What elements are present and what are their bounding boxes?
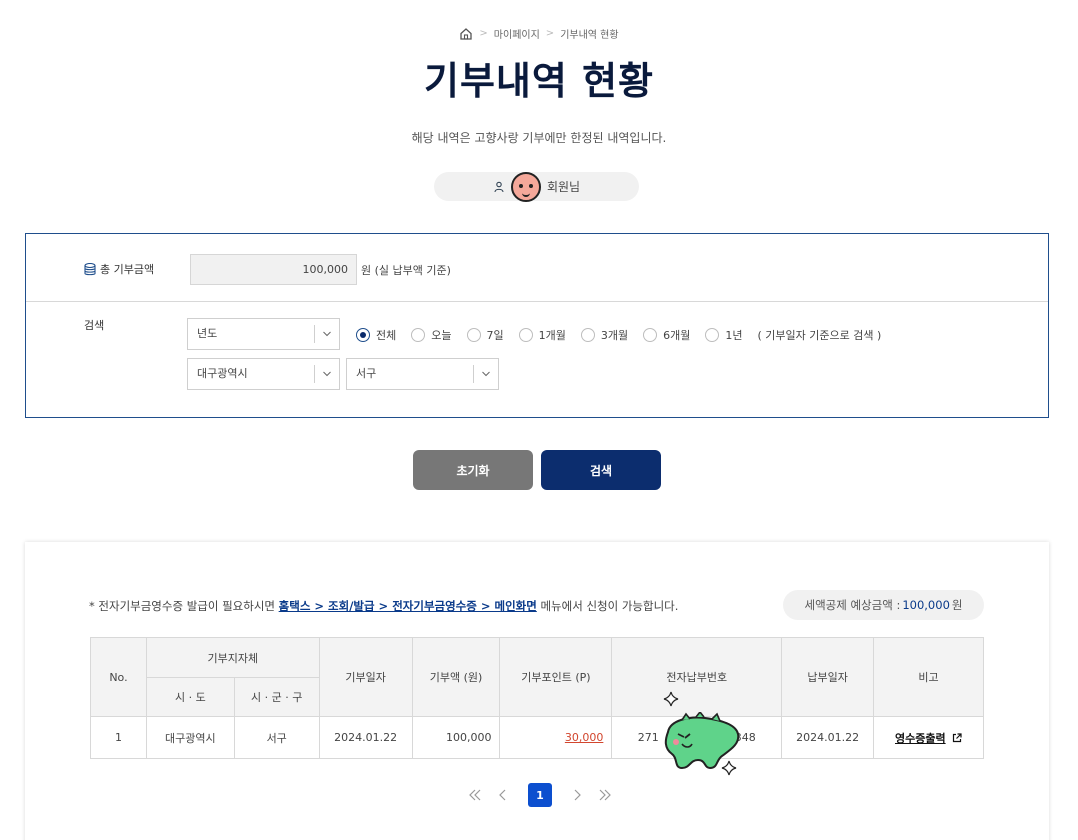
radio-label: 7일 (486, 329, 504, 342)
estimate-unit: 원 (951, 598, 963, 612)
home-icon[interactable] (459, 27, 473, 41)
estimate-label: 세액공제 예상금액 : (804, 598, 901, 612)
col-header-date: 기부일자 (318, 637, 413, 717)
breadcrumb-separator: > (479, 28, 488, 39)
sido-select[interactable]: 대구광역시 (187, 358, 340, 390)
tax-deduction-estimate: 세액공제 예상금액 : 100,000 원 (783, 590, 984, 620)
total-amount-label-text: 총 기부금액 (100, 263, 155, 276)
col-header-note: 비고 (873, 637, 984, 717)
epay-start: 271 (637, 731, 659, 744)
radio-button[interactable] (643, 328, 658, 342)
member-suffix: 회원님 (546, 180, 581, 194)
period-note: ( 기부일자 기준으로 검색 ) (757, 329, 882, 342)
radio-button[interactable] (466, 328, 481, 342)
external-link-icon[interactable] (952, 732, 962, 743)
hometax-link[interactable]: 홈택스 > 조회/발급 > 전자기부금영수증 > 메인화면 (279, 599, 537, 613)
page-number-current[interactable]: 1 (528, 783, 552, 807)
receipt-notice: * 전자기부금영수증 발급이 필요하시면 홈택스 > 조회/발급 > 전자기부금… (89, 598, 678, 614)
col-header-sido: 시 · 도 (145, 677, 235, 717)
radio-label: 6개월 (663, 329, 691, 342)
notice-prefix: * 전자기부금영수증 발급이 필요하시면 (89, 599, 279, 613)
next-page-icon[interactable] (570, 788, 584, 802)
radio-label: 1개월 (538, 329, 566, 342)
search-panel: 총 기부금액 100,000 원 (실 납부액 기준) 검색 년도 전체 오늘 … (25, 233, 1049, 418)
prev-page-icon[interactable] (496, 788, 510, 802)
year-select[interactable]: 년도 (187, 318, 340, 350)
radio-label: 오늘 (431, 329, 452, 342)
radio-button[interactable] (705, 328, 720, 342)
total-amount-label: 총 기부금액 (84, 261, 154, 277)
avatar (510, 171, 541, 202)
page-subtitle: 해당 내역은 고향사랑 기부에만 한정된 내역입니다. (411, 131, 667, 145)
chevron-down-icon (482, 371, 490, 377)
col-header-point: 기부포인트 (P) (499, 637, 613, 717)
pagination: 1 (460, 783, 620, 807)
total-amount-row: 총 기부금액 100,000 원 (실 납부액 기준) (26, 234, 1048, 302)
donation-table: No. 기부지자체 기부일자 기부액 (원) 기부포인트 (P) 전자납부번호 … (90, 637, 984, 759)
radio-label: 1년 (725, 329, 743, 342)
period-radio-1year[interactable]: 1년 (705, 327, 743, 343)
cell-amount: 100,000 (411, 716, 501, 759)
cell-sigungu: 서구 (233, 716, 320, 759)
period-radio-6months[interactable]: 6개월 (643, 327, 690, 343)
total-amount-field: 100,000 (190, 254, 357, 285)
reset-button[interactable]: 초기화 (413, 450, 533, 490)
col-header-no: No. (90, 637, 147, 717)
period-radio-7days[interactable]: 7일 (466, 327, 504, 343)
database-icon (84, 262, 96, 275)
page-title: 기부내역 현황 (424, 59, 654, 103)
chevron-down-icon (323, 371, 331, 377)
search-button[interactable]: 검색 (541, 450, 661, 490)
col-header-amount: 기부액 (원) (411, 637, 501, 717)
year-select-value: 년도 (197, 327, 218, 340)
period-radio-3months[interactable]: 3개월 (580, 327, 629, 343)
sigungu-select[interactable]: 서구 (346, 358, 499, 390)
member-name-pill: 회원님 (434, 171, 639, 202)
period-radio-today[interactable]: 오늘 (411, 327, 452, 343)
estimate-amount: 100,000 (902, 598, 950, 612)
chevron-down-icon (323, 331, 331, 337)
search-label: 검색 (84, 319, 105, 332)
period-radio-group: 전체 오늘 7일 1개월 3개월 6개월 1년 ( 기부일자 기준으로 검색 ) (356, 327, 881, 343)
radio-button[interactable] (518, 328, 533, 342)
table-row: 1 대구광역시 서구 2024.01.22 100,000 30,000 271… (90, 716, 984, 759)
cell-note: 영수증출력 (873, 716, 984, 759)
sido-select-value: 대구광역시 (197, 367, 248, 380)
receipt-print-link[interactable]: 영수증출력 (895, 732, 946, 745)
breadcrumb: > 마이페이지 > 기부내역 현황 (0, 26, 1078, 41)
breadcrumb-item-mypage[interactable]: 마이페이지 (494, 26, 540, 41)
cell-paydate: 2024.01.22 (781, 716, 875, 759)
radio-button[interactable] (580, 328, 595, 342)
sparkle-icon (721, 760, 737, 776)
point-link[interactable]: 30,000 (565, 731, 604, 744)
cell-date: 2024.01.22 (318, 716, 413, 759)
user-icon (494, 181, 504, 192)
col-header-sigungu: 시 · 군 · 구 (233, 677, 320, 717)
radio-button[interactable] (356, 328, 370, 342)
radio-label: 3개월 (600, 329, 629, 342)
radio-label: 전체 (376, 329, 397, 342)
first-page-icon[interactable] (468, 788, 482, 802)
period-radio-1month[interactable]: 1개월 (518, 327, 566, 343)
col-header-epay: 전자납부번호 (611, 637, 783, 717)
total-amount-unit: 원 (실 납부액 기준) (361, 264, 451, 277)
cell-sido: 대구광역시 (145, 716, 235, 759)
period-radio-all[interactable]: 전체 (356, 327, 396, 343)
col-header-paydate: 납부일자 (781, 637, 875, 717)
radio-button[interactable] (411, 328, 426, 342)
cell-point: 30,000 (499, 716, 613, 759)
breadcrumb-item-current: 기부내역 현황 (560, 30, 619, 41)
cell-no: 1 (90, 716, 147, 759)
breadcrumb-separator: > (545, 28, 555, 39)
col-header-org: 기부지자체 (145, 637, 320, 678)
sparkle-icon (663, 691, 679, 707)
sigungu-select-value: 서구 (356, 367, 377, 380)
notice-suffix: 메뉴에서 신청이 가능합니다. (536, 599, 679, 613)
last-page-icon[interactable] (598, 788, 612, 802)
